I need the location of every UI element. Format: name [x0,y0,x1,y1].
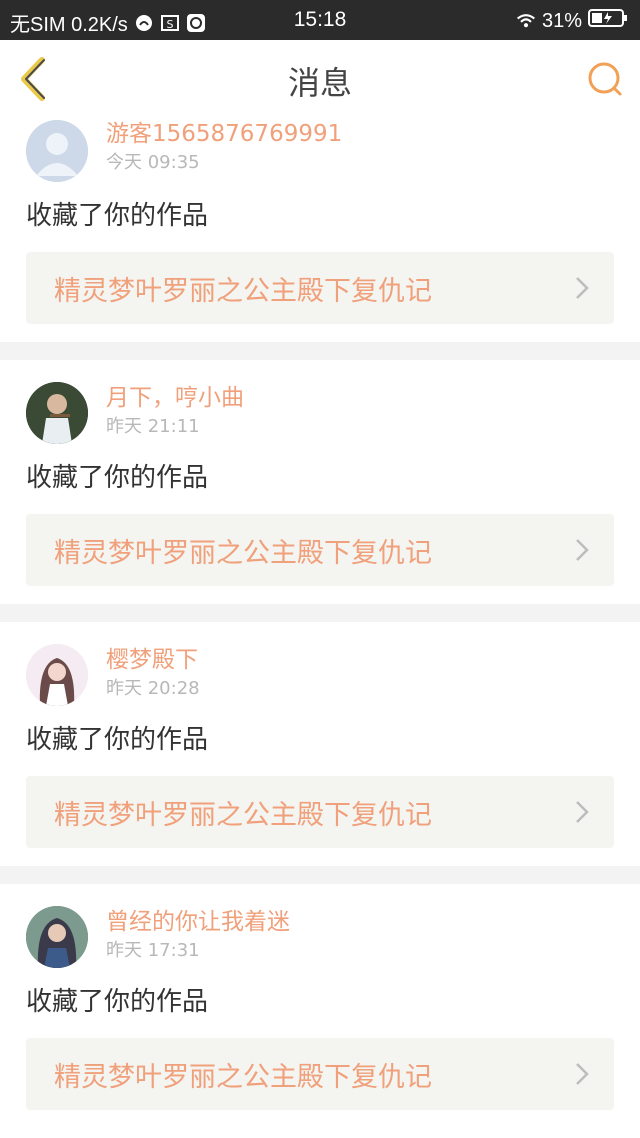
avatar[interactable] [26,906,88,968]
user-meta: 樱梦殿下 昨天 20:28 [106,644,200,702]
chevron-right-icon [576,801,589,823]
avatar[interactable] [26,120,88,182]
user-meta: 游客1565876769991 今天 09:35 [106,118,342,176]
message-item: 曾经的你让我着迷 昨天 17:31 收藏了你的作品 精灵梦叶罗丽之公主殿下复仇记 [0,884,640,1128]
work-link[interactable]: 精灵梦叶罗丽之公主殿下复仇记 [26,776,614,848]
work-link[interactable]: 精灵梦叶罗丽之公主殿下复仇记 [26,252,614,324]
divider [0,604,640,622]
divider [0,866,640,884]
app-header: 消息 [0,40,640,119]
page-title: 消息 [287,64,352,102]
avatar[interactable] [26,382,88,444]
search-icon [588,62,622,96]
search-button[interactable] [584,58,626,100]
message-action: 收藏了你的作品 [26,987,209,1017]
work-title: 精灵梦叶罗丽之公主殿下复仇记 [54,275,432,307]
default-avatar-icon [26,120,88,182]
message-time: 昨天 20:28 [106,678,200,699]
message-item: 月下，哼小曲 昨天 21:11 收藏了你的作品 精灵梦叶罗丽之公主殿下复仇记 [0,360,640,604]
chevron-right-icon [576,1063,589,1085]
work-title: 精灵梦叶罗丽之公主殿下复仇记 [54,1061,432,1093]
message-item: 樱梦殿下 昨天 20:28 收藏了你的作品 精灵梦叶罗丽之公主殿下复仇记 [0,622,640,866]
message-action: 收藏了你的作品 [26,201,209,231]
username[interactable]: 游客1565876769991 [106,118,342,150]
user-meta: 月下，哼小曲 昨天 21:11 [106,382,244,440]
user-meta: 曾经的你让我着迷 昨天 17:31 [106,906,290,964]
user-photo-icon [26,644,88,706]
user-photo-icon [26,906,88,968]
message-time: 昨天 21:11 [106,416,200,437]
chevron-right-icon [576,277,589,299]
message-time: 今天 09:35 [106,152,200,173]
message-action: 收藏了你的作品 [26,463,209,493]
message-item: 游客1565876769991 今天 09:35 收藏了你的作品 精灵梦叶罗丽之… [0,118,640,342]
message-user-row: 曾经的你让我着迷 昨天 17:31 [26,906,614,968]
status-bar: 无SIM 0.2K/s S 15:18 31% [0,0,640,40]
battery-percent: 31% [541,9,582,32]
message-user-row: 月下，哼小曲 昨天 21:11 [26,382,614,444]
user-photo-icon [26,382,88,444]
work-link[interactable]: 精灵梦叶罗丽之公主殿下复仇记 [26,1038,614,1110]
divider [0,342,640,360]
message-time: 昨天 17:31 [106,940,200,961]
work-link[interactable]: 精灵梦叶罗丽之公主殿下复仇记 [26,514,614,586]
username[interactable]: 月下，哼小曲 [106,382,244,414]
username[interactable]: 曾经的你让我着迷 [106,906,290,938]
message-action: 收藏了你的作品 [26,725,209,755]
work-title: 精灵梦叶罗丽之公主殿下复仇记 [54,537,432,569]
work-title: 精灵梦叶罗丽之公主殿下复仇记 [54,799,432,831]
wifi-icon [516,11,536,31]
avatar[interactable] [26,644,88,706]
chevron-right-icon [576,539,589,561]
status-right: 31% [516,8,628,34]
message-list: 游客1565876769991 今天 09:35 收藏了你的作品 精灵梦叶罗丽之… [0,118,640,1138]
username[interactable]: 樱梦殿下 [106,644,200,676]
message-user-row: 樱梦殿下 昨天 20:28 [26,644,614,706]
message-user-row: 游客1565876769991 今天 09:35 [26,118,614,182]
battery-icon [588,8,628,34]
